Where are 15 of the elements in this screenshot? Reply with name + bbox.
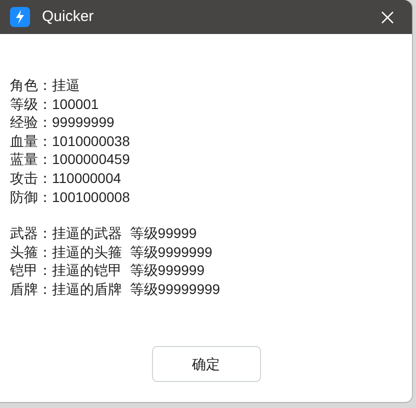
info-line: 角色：挂逼 xyxy=(10,76,81,95)
info-line: 等级：100001 xyxy=(10,94,100,114)
info-line: 攻击：110000004 xyxy=(10,168,122,188)
info-line: 防御：1001000008 xyxy=(10,188,131,206)
info-line: 头箍：挂逼的头箍 等级9999999 xyxy=(10,242,214,262)
info-line: 血量：1010000038 xyxy=(10,132,131,150)
close-icon[interactable] xyxy=(381,10,394,24)
info-line: 武器：挂逼的武器 等级99999 xyxy=(10,224,198,243)
info-line: 盾牌：挂逼的盾牌 等级99999999 xyxy=(10,280,222,299)
app-lightning-icon xyxy=(10,7,30,27)
info-line: 蓝量：1000000459 xyxy=(10,150,131,169)
info-line: 经验：99999999 xyxy=(10,113,116,132)
info-line: 铠甲：挂逼的铠甲 等级999999 xyxy=(10,261,206,280)
window-title: Quicker xyxy=(42,6,95,27)
confirm-button[interactable]: 确定 xyxy=(152,346,260,382)
